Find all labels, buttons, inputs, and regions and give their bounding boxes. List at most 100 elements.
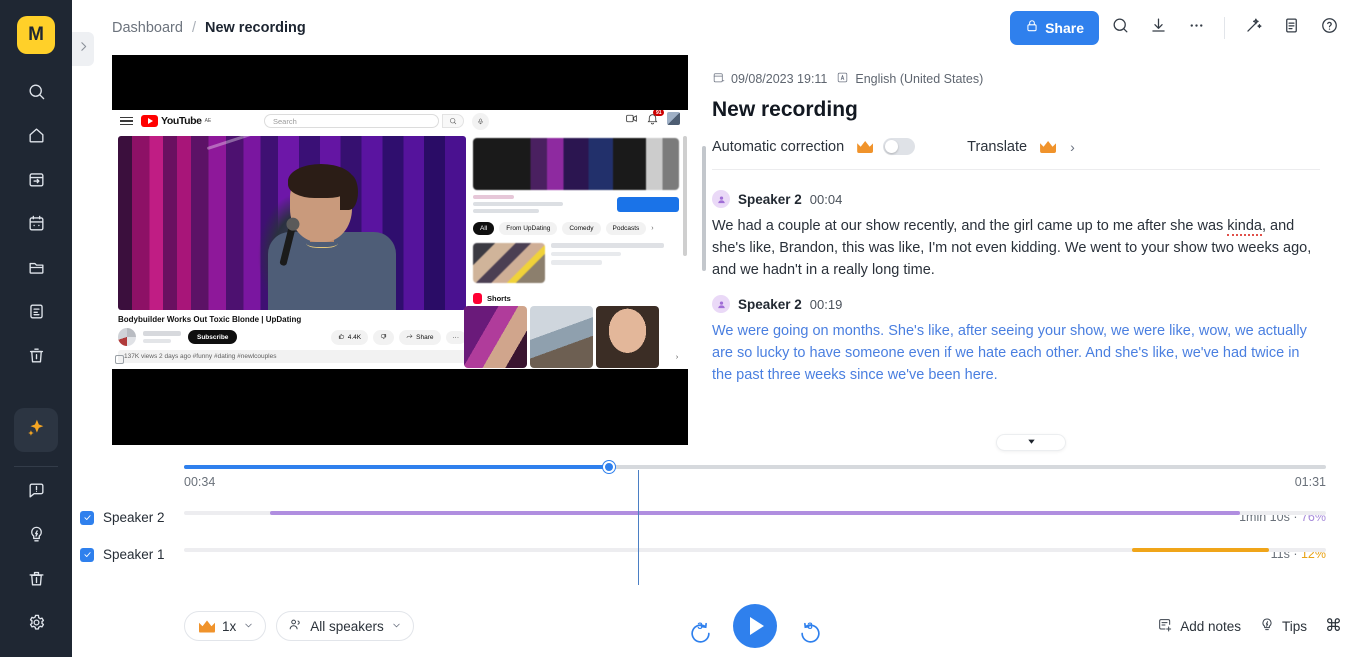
sidebar-item-notes[interactable]: [14, 292, 58, 336]
speaker-filter-selector[interactable]: All speakers: [276, 611, 414, 641]
screen-recording-frame: YouTube AE Search 91 Bodybuilder Works O…: [112, 110, 688, 369]
share-button[interactable]: Share: [399, 329, 441, 345]
transcript-scrollbar-thumb[interactable]: [702, 146, 706, 271]
add-notes-button[interactable]: Add notes: [1157, 617, 1241, 636]
shorts-label: Shorts: [487, 294, 511, 303]
help-button[interactable]: [1312, 11, 1346, 45]
youtube-video-stage[interactable]: [118, 136, 466, 310]
transcript-scrollbar-track[interactable]: [702, 58, 706, 415]
speaker-track-bar[interactable]: [184, 511, 1326, 515]
automatic-correction-toggle[interactable]: [883, 138, 916, 155]
share-arrow-icon: [406, 333, 413, 342]
premium-crown-icon: [199, 620, 215, 633]
notifications-icon[interactable]: 91: [646, 110, 664, 125]
sidebar-item-folders[interactable]: [14, 248, 58, 292]
breadcrumb-dashboard[interactable]: Dashboard: [112, 20, 183, 36]
sidebar-item-feedback[interactable]: [14, 471, 58, 515]
video-player[interactable]: YouTube AE Search 91 Bodybuilder Works O…: [112, 55, 688, 445]
sidebar-item-settings[interactable]: [14, 603, 58, 647]
lightbulb-icon: [1259, 617, 1275, 636]
sidebar-item-trash[interactable]: [14, 336, 58, 380]
recording-date[interactable]: 09/08/2023 19:11: [712, 71, 827, 87]
video-meta-row: Subscribe 4.4K Share ···: [118, 328, 466, 346]
rewind-button[interactable]: 3: [687, 613, 713, 643]
shorts-item[interactable]: [530, 306, 593, 368]
speaker-checkbox[interactable]: [80, 547, 94, 562]
share-button[interactable]: Share: [1010, 10, 1099, 45]
workspace-logo[interactable]: M: [17, 16, 55, 54]
caption-badge-icon: [115, 355, 124, 364]
chevron-right-icon[interactable]: ›: [651, 225, 653, 232]
create-video-icon[interactable]: [625, 112, 638, 125]
automatic-correction-label: Automatic correction: [712, 138, 845, 155]
channel-avatar[interactable]: [118, 328, 136, 346]
page-title[interactable]: New recording: [712, 98, 1320, 122]
youtube-search-button[interactable]: [442, 114, 464, 128]
youtube-search-input[interactable]: Search: [264, 114, 439, 128]
sidebar-item-home[interactable]: [14, 116, 58, 160]
sidebar-item-bin[interactable]: [14, 559, 58, 603]
chip-podcasts[interactable]: Podcasts: [605, 222, 647, 235]
carousel-next-button[interactable]: ›: [671, 351, 683, 363]
search-icon: [449, 112, 457, 130]
sidebar-item-import[interactable]: [14, 160, 58, 204]
chip-comedy[interactable]: Comedy: [562, 222, 601, 235]
play-button[interactable]: [733, 604, 777, 648]
channel-name-placeholder: [143, 331, 181, 336]
shorts-item[interactable]: [596, 306, 659, 368]
promoted-thumbnail[interactable]: [473, 138, 679, 190]
transcript-language[interactable]: English (United States): [836, 71, 983, 87]
dislike-button[interactable]: [373, 329, 395, 345]
sidebar-collapse-toggle[interactable]: [72, 32, 94, 66]
segment-speaker-name[interactable]: Speaker 2: [738, 192, 802, 207]
youtube-logo[interactable]: YouTube AE: [141, 115, 211, 127]
tips-button[interactable]: Tips: [1259, 617, 1307, 636]
more-actions-button[interactable]: ···: [445, 330, 466, 344]
app-root: M Dashboard / New recording Share YouTub…: [0, 0, 1366, 657]
subscribe-button[interactable]: Subscribe: [188, 330, 238, 344]
sidebar-item-whats-new[interactable]: [14, 515, 58, 559]
hamburger-menu-icon[interactable]: [120, 116, 133, 126]
download-button[interactable]: [1141, 11, 1175, 45]
segment-text[interactable]: We had a couple at our show recently, an…: [712, 215, 1320, 281]
segment-timestamp[interactable]: 00:04: [810, 192, 843, 207]
keyboard-shortcuts-button[interactable]: ⌘: [1325, 616, 1342, 636]
avatar[interactable]: [667, 112, 680, 125]
speaker-checkbox[interactable]: [80, 510, 94, 525]
forward-button[interactable]: 3: [797, 613, 823, 643]
shorts-item[interactable]: [464, 306, 527, 368]
page-scrollbar[interactable]: [683, 136, 687, 256]
search-icon: [27, 82, 46, 106]
sidebar-item-calendar[interactable]: [14, 204, 58, 248]
filter-chips: All From UpDating Comedy Podcasts ›: [473, 222, 679, 235]
search-button[interactable]: [1103, 11, 1137, 45]
suggested-text-placeholder: [551, 243, 679, 283]
magic-tools-button[interactable]: [1236, 11, 1270, 45]
suggested-video-item[interactable]: [473, 243, 679, 283]
chip-all[interactable]: All: [473, 222, 495, 235]
ai-assistant-button[interactable]: [14, 408, 58, 452]
seek-bar-handle[interactable]: [602, 461, 615, 473]
playback-speed-selector[interactable]: 1x: [184, 611, 267, 641]
misspelled-word[interactable]: kinda: [1227, 218, 1262, 236]
like-button[interactable]: 4.4K: [330, 329, 369, 345]
breadcrumb-current[interactable]: New recording: [205, 20, 306, 36]
speaker-track-bar[interactable]: [184, 548, 1326, 552]
segment-speaker-name[interactable]: Speaker 2: [738, 297, 802, 312]
avatar[interactable]: [712, 190, 730, 208]
translate-chevron-icon[interactable]: ›: [1070, 139, 1075, 155]
youtube-voice-search-button[interactable]: [472, 112, 489, 130]
transcript-meta-row: 09/08/2023 19:11 English (United States): [712, 71, 1320, 87]
sidebar-item-search[interactable]: [14, 72, 58, 116]
segment-timestamp[interactable]: 00:19: [810, 297, 843, 312]
more-options-button[interactable]: [1179, 11, 1213, 45]
seek-bar-wrapper: [184, 455, 1326, 473]
avatar[interactable]: [712, 295, 730, 313]
current-time: 00:34: [184, 475, 216, 489]
notes-panel-button[interactable]: [1274, 11, 1308, 45]
promoted-cta-button[interactable]: [617, 196, 679, 212]
chip-from-updating[interactable]: From UpDating: [499, 222, 558, 235]
segment-text-active[interactable]: We were going on months. She's like, aft…: [712, 320, 1320, 386]
transcript-expand-button[interactable]: [996, 434, 1066, 451]
recording-date-label: 09/08/2023 19:11: [731, 72, 828, 86]
